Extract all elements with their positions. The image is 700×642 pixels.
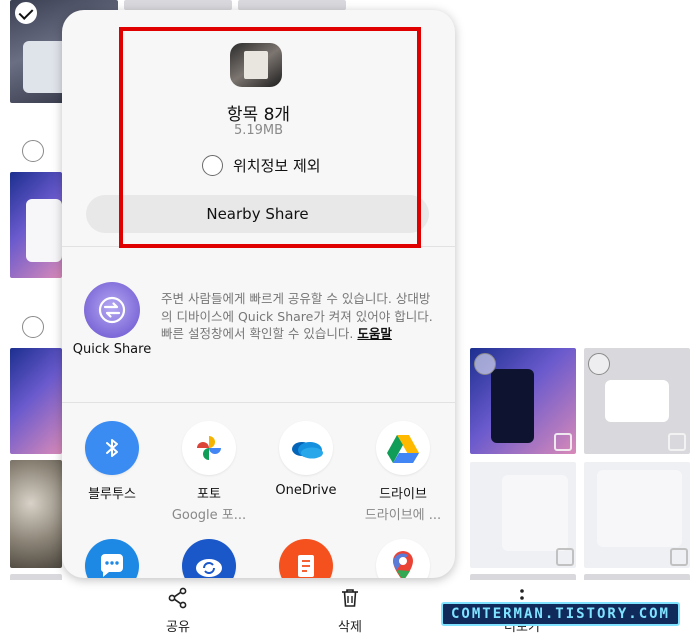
quick-share-label: Quick Share [72, 342, 152, 357]
google-photos-icon [182, 421, 236, 475]
share-app-google-drive[interactable]: 드라이브 드라이브에 ... [355, 421, 451, 523]
gallery-thumb[interactable] [238, 0, 346, 10]
quick-share-section: Quick Share 주변 사람들에게 빠르게 공유할 수 있습니다. 상대방… [62, 268, 455, 403]
select-checkbox[interactable] [474, 353, 496, 375]
gallery-thumb[interactable] [10, 460, 62, 568]
share-app-notes[interactable] [258, 539, 354, 578]
expand-icon[interactable] [554, 433, 572, 451]
share-app-bluetooth[interactable]: 블루투스 [64, 421, 160, 504]
select-checkbox[interactable] [588, 353, 610, 375]
share-app-messages[interactable] [64, 539, 160, 578]
share-app-onedrive[interactable]: OneDrive [258, 421, 354, 500]
share-app-google-maps[interactable] [355, 539, 451, 578]
share-app-cloud-sync[interactable] [161, 539, 257, 578]
select-checkbox[interactable] [22, 140, 44, 162]
app-subtitle: 드라이브에 ... [364, 508, 442, 523]
app-name: OneDrive [275, 483, 337, 498]
bottom-action-bar: 공유 삭제 더보기 COMTERMAN.TISTORY.COM [0, 580, 700, 642]
quick-share-icon[interactable] [84, 282, 140, 338]
app-name: 드라이브 [379, 487, 427, 502]
bluetooth-icon [85, 421, 139, 475]
gallery-thumb[interactable] [10, 348, 62, 454]
share-button[interactable]: 공유 [138, 586, 218, 635]
red-highlight-box [119, 27, 421, 248]
watermark-text: COMTERMAN.TISTORY.COM [440, 602, 680, 626]
trash-icon [342, 589, 358, 607]
quick-share-description: 주변 사람들에게 빠르게 공유할 수 있습니다. 상대방의 디바이스에 Quic… [161, 290, 441, 343]
onedrive-icon [279, 421, 333, 475]
delete-label: 삭제 [338, 620, 362, 635]
expand-icon[interactable] [556, 548, 574, 566]
cloud-sync-icon [182, 539, 236, 578]
messages-icon [85, 539, 139, 578]
share-label: 공유 [166, 620, 190, 635]
notes-icon [279, 539, 333, 578]
expand-icon[interactable] [668, 433, 686, 451]
google-drive-icon [376, 421, 430, 475]
share-app-google-photos[interactable]: 포토 Google 포... [161, 421, 257, 523]
share-icon [168, 587, 187, 609]
google-maps-icon [376, 539, 430, 578]
app-name: 포토 [197, 487, 221, 502]
gallery-thumb[interactable] [124, 0, 232, 10]
gallery-thumb[interactable] [10, 172, 62, 278]
app-subtitle: Google 포... [171, 508, 247, 523]
select-checkbox[interactable] [15, 2, 37, 24]
section-divider [62, 402, 455, 403]
expand-icon[interactable] [670, 548, 688, 566]
help-link[interactable]: 도움말 [357, 326, 392, 341]
delete-button[interactable]: 삭제 [310, 586, 390, 635]
share-sheet: 항목 8개 5.19MB 위치정보 제외 Nearby Share Quick … [62, 10, 455, 578]
app-name: 블루투스 [88, 487, 136, 502]
select-checkbox[interactable] [22, 316, 44, 338]
